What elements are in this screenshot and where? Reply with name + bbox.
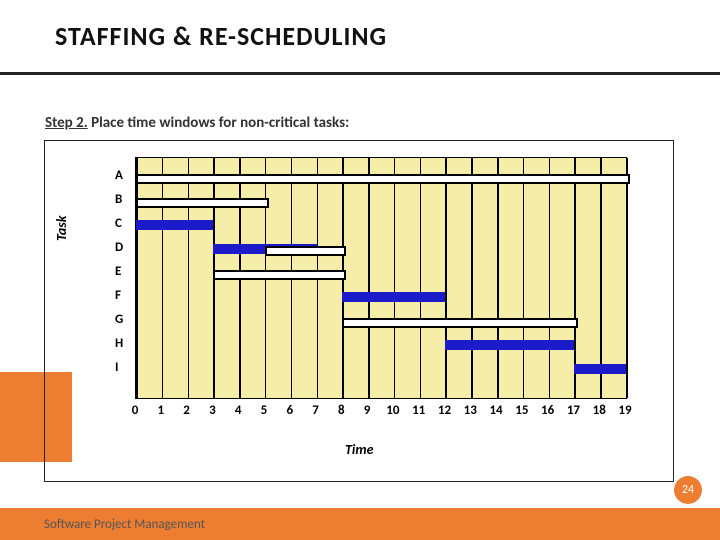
grid-line xyxy=(445,158,447,398)
grid-line xyxy=(162,158,164,398)
grid-line xyxy=(136,158,138,398)
page-title: STAFFING & RE-SCHEDULING xyxy=(55,20,387,52)
x-tick: 8 xyxy=(331,403,351,418)
x-tick: 14 xyxy=(486,403,506,418)
x-tick: 13 xyxy=(460,403,480,418)
grid-line xyxy=(626,158,628,398)
divider xyxy=(0,72,720,75)
footer-text: Software Project Management xyxy=(44,517,205,532)
x-tick: 5 xyxy=(254,403,274,418)
grid-line xyxy=(523,158,525,398)
grid-line xyxy=(574,158,576,398)
task-bar xyxy=(342,292,445,302)
x-tick: 15 xyxy=(512,403,532,418)
y-tick: I xyxy=(115,360,118,375)
x-tick: 17 xyxy=(563,403,583,418)
y-tick: E xyxy=(115,264,121,279)
x-tick: 7 xyxy=(306,403,326,418)
grid-line xyxy=(471,158,473,398)
step-text: Place time windows for non-critical task… xyxy=(88,114,350,132)
x-axis-label: Time xyxy=(345,441,374,458)
chart-container: Task Time 012345678910111213141516171819… xyxy=(44,140,674,482)
grid-line xyxy=(600,158,602,398)
y-tick: B xyxy=(115,192,122,207)
grid-line xyxy=(368,158,370,398)
step-label: Step 2. xyxy=(45,114,88,132)
x-tick: 2 xyxy=(177,403,197,418)
x-tick: 1 xyxy=(151,403,171,418)
y-tick: A xyxy=(115,168,123,183)
x-tick: 19 xyxy=(615,403,635,418)
time-window xyxy=(213,270,346,280)
page-number: 24 xyxy=(682,483,694,497)
x-tick: 4 xyxy=(228,403,248,418)
grid-line xyxy=(549,158,551,398)
x-tick: 12 xyxy=(434,403,454,418)
grid-line xyxy=(394,158,396,398)
slide: STAFFING & RE-SCHEDULING Step 2. Place t… xyxy=(0,0,720,540)
y-tick: F xyxy=(115,288,121,303)
time-window xyxy=(265,246,346,256)
y-tick: C xyxy=(115,216,122,231)
grid-line xyxy=(188,158,190,398)
grid-line xyxy=(420,158,422,398)
x-tick: 0 xyxy=(125,403,145,418)
x-tick: 18 xyxy=(589,403,609,418)
time-window xyxy=(136,174,630,184)
y-axis-label: Task xyxy=(53,215,70,241)
time-window xyxy=(342,318,578,328)
plot-area xyxy=(135,157,627,399)
x-tick: 9 xyxy=(357,403,377,418)
task-bar xyxy=(136,220,213,230)
grid-line xyxy=(497,158,499,398)
x-tick: 11 xyxy=(409,403,429,418)
step-line: Step 2. Place time windows for non-criti… xyxy=(45,114,349,132)
x-tick: 16 xyxy=(538,403,558,418)
time-window xyxy=(136,198,269,208)
x-tick: 10 xyxy=(383,403,403,418)
page-number-badge: 24 xyxy=(674,476,702,504)
task-bar xyxy=(445,340,574,350)
x-tick: 6 xyxy=(280,403,300,418)
y-tick: G xyxy=(115,312,123,327)
y-tick: H xyxy=(115,336,123,351)
y-tick: D xyxy=(115,240,123,255)
x-tick: 3 xyxy=(202,403,222,418)
task-bar xyxy=(574,364,626,374)
